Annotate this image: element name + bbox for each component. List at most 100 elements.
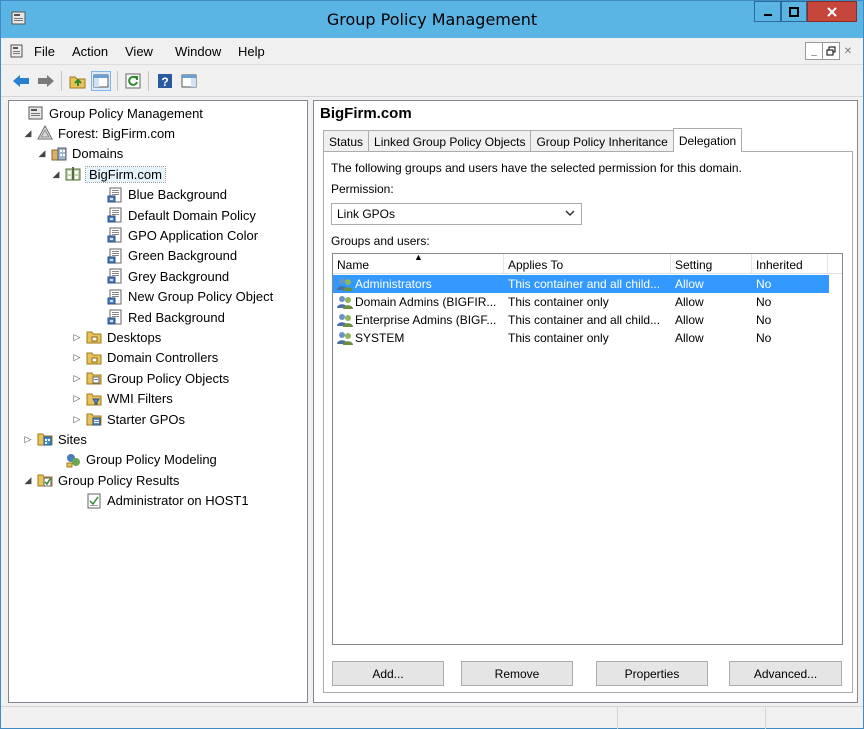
tree-node-label: Starter GPOs (107, 411, 186, 427)
tree-node[interactable]: ▷ Domain Controllers (71, 348, 219, 368)
tree-node[interactable]: GPO Application Color (92, 225, 258, 245)
remove-button[interactable]: Remove (461, 661, 573, 686)
tree-node[interactable]: Red Background (92, 307, 225, 327)
minimize-button[interactable] (754, 1, 781, 22)
maximize-button[interactable] (781, 1, 807, 22)
gpm-console-icon (28, 105, 44, 121)
tree-node-label: Group Policy Results (58, 472, 180, 488)
column-header-name[interactable]: Name ▲ (333, 254, 504, 274)
menu-help[interactable]: Help (238, 44, 265, 59)
table-row[interactable]: SYSTEM This container only Allow No (333, 329, 829, 347)
cell-setting: Allow (675, 313, 704, 327)
menu-view[interactable]: View (125, 44, 153, 59)
title-bar[interactable]: Group Policy Management (1, 1, 863, 38)
tree-node-label: Blue Background (128, 187, 228, 203)
table-row[interactable]: Domain Admins (BIGFIR... This container o… (333, 293, 829, 311)
system-menu-icon[interactable] (10, 44, 24, 58)
tree-node-label: Administrator on HOST1 (107, 493, 249, 509)
cell-setting: Allow (675, 295, 704, 309)
expand-arrow-icon[interactable]: ▷ (71, 393, 83, 404)
tree-node[interactable]: Blue Background (92, 185, 227, 205)
tree-node[interactable]: ▷ Desktops (71, 327, 162, 347)
permission-dropdown[interactable]: Link GPOs (331, 203, 582, 225)
cell-inherited: No (756, 313, 772, 327)
collapse-arrow-icon[interactable]: ◢ (50, 169, 62, 180)
status-segment-2 (618, 707, 766, 729)
console-tree-icon (93, 74, 109, 88)
close-button[interactable] (807, 1, 857, 22)
expand-arrow-icon[interactable]: ▷ (22, 434, 34, 445)
table-row[interactable]: Enterprise Admins (BIGF... This container… (333, 311, 829, 329)
tree-node[interactable]: ◢ Forest: BigFirm.com (22, 123, 175, 143)
tree-node[interactable]: New Group Policy Object (92, 287, 273, 307)
cell-name-text: Domain Admins (BIGFIR... (355, 295, 497, 309)
cell-name: Enterprise Admins (BIGF... (337, 313, 502, 327)
mdi-minimize-button[interactable]: _ (805, 42, 823, 60)
tree-node[interactable]: Administrator on HOST1 (71, 491, 249, 511)
menu-file[interactable]: File (34, 44, 55, 59)
back-button[interactable] (11, 71, 31, 91)
tab-status[interactable]: Status (323, 130, 370, 152)
cell-name: SYSTEM (337, 331, 502, 345)
status-segment-3 (766, 707, 863, 729)
cell-setting: Allow (675, 277, 704, 291)
tree-node[interactable]: ◢ Domains (36, 144, 124, 164)
tree-node[interactable]: ◢ Group Policy Results (22, 470, 180, 490)
tree-node-label: Group Policy Management (49, 105, 203, 121)
toolbar: ? (1, 65, 863, 97)
tree-node[interactable]: ▷ Sites (22, 429, 87, 449)
toolbar-separator (117, 71, 118, 91)
column-header-inherited[interactable]: Inherited (752, 254, 828, 274)
refresh-button[interactable] (123, 71, 143, 91)
show-hide-console-tree-button[interactable] (91, 71, 111, 91)
expand-arrow-icon[interactable]: ▷ (71, 332, 83, 343)
tree-node[interactable]: Grey Background (92, 266, 229, 286)
tree-node[interactable]: ◢ BigFirm.com (50, 164, 166, 184)
forward-button[interactable] (36, 71, 56, 91)
up-one-level-button[interactable] (68, 71, 88, 91)
tree-node-label: Grey Background (128, 268, 230, 284)
expand-arrow-icon[interactable]: ▷ (71, 352, 83, 363)
mdi-close-button[interactable]: ✕ (839, 42, 857, 60)
tree-node[interactable]: Group Policy Modeling (50, 450, 217, 470)
tree-node-label: Green Background (128, 248, 238, 264)
show-hide-action-pane-button[interactable] (179, 71, 199, 91)
groups-users-list[interactable]: Name ▲ Applies To Setting Inherited Admi… (332, 253, 843, 645)
column-header-setting[interactable]: Setting (671, 254, 752, 274)
collapse-arrow-icon[interactable]: ◢ (22, 128, 34, 139)
details-pane: BigFirm.com Status Linked Group Policy O… (313, 100, 858, 703)
console-tree[interactable]: Group Policy Management ◢ Forest: BigFirm.… (8, 100, 308, 703)
action-pane-icon (181, 74, 197, 88)
expand-arrow-icon[interactable]: ▷ (71, 373, 83, 384)
collapse-arrow-icon[interactable]: ◢ (36, 148, 48, 159)
cell-name-text: SYSTEM (355, 331, 405, 345)
tree-node[interactable]: ▷ WMI Filters (71, 389, 173, 409)
table-row[interactable]: Administrators This container and all chi… (333, 275, 829, 293)
chevron-down-icon (565, 206, 575, 223)
tree-node[interactable]: Default Domain Policy (92, 205, 256, 225)
help-button[interactable]: ? (155, 71, 175, 91)
groups-users-label: Groups and users: (331, 234, 430, 248)
tree-node[interactable]: Group Policy Management (13, 103, 203, 123)
tree-node[interactable]: ▷ Starter GPOs (71, 409, 186, 429)
mdi-restore-button[interactable] (822, 42, 840, 60)
cell-inherited: No (756, 295, 772, 309)
tab-gp-inheritance[interactable]: Group Policy Inheritance (530, 130, 674, 152)
collapse-arrow-icon[interactable]: ◢ (22, 475, 34, 486)
advanced-button[interactable]: Advanced... (729, 661, 842, 686)
menu-action[interactable]: Action (72, 44, 108, 59)
add-button[interactable]: Add... (332, 661, 444, 686)
tree-node-label: Group Policy Objects (107, 370, 230, 386)
app-window: Group Policy Management File Action View… (0, 0, 864, 729)
column-header-applies-to[interactable]: Applies To (504, 254, 671, 274)
tab-delegation[interactable]: Delegation (672, 128, 743, 152)
menu-window[interactable]: Window (175, 44, 221, 59)
tree-node[interactable]: ▷ Group Policy Objects (71, 368, 230, 388)
cell-name-text: Administrators (355, 277, 432, 291)
properties-button[interactable]: Properties (596, 661, 708, 686)
tree-node-label: Sites (58, 431, 87, 447)
tree-node[interactable]: Green Background (92, 246, 237, 266)
status-segment-main (1, 707, 618, 729)
tab-linked-gpos[interactable]: Linked Group Policy Objects (368, 130, 532, 152)
expand-arrow-icon[interactable]: ▷ (71, 414, 83, 425)
